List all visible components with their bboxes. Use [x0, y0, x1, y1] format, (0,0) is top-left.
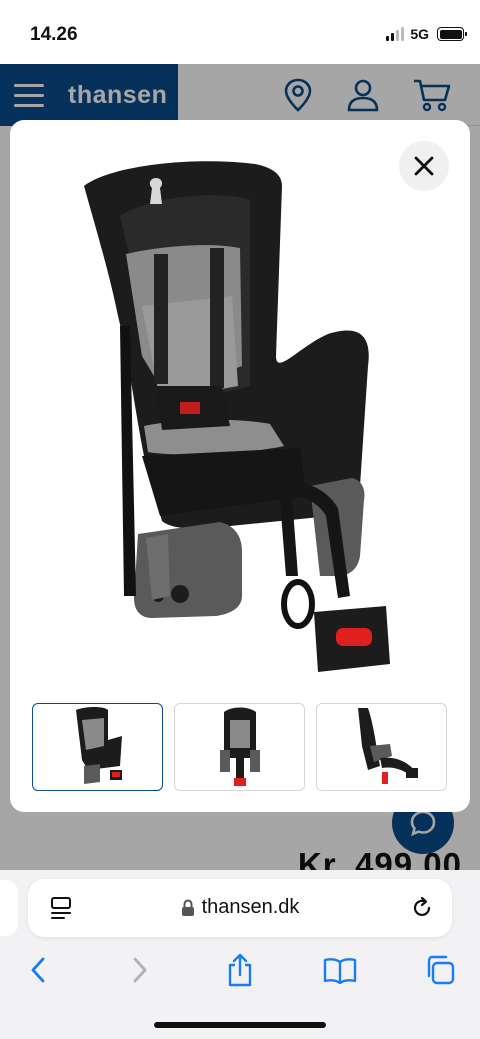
thumbnail-front-angle[interactable] [32, 703, 163, 791]
tabs-icon [427, 955, 455, 985]
address-bar[interactable]: thansen.dk [28, 879, 452, 937]
share-button[interactable] [220, 950, 260, 990]
tabs-button[interactable] [420, 950, 460, 990]
chevron-right-icon [133, 957, 147, 983]
status-indicators: 5G [386, 26, 467, 42]
product-image-main [84, 161, 390, 672]
image-gallery-modal [10, 120, 470, 812]
thumbnail-front[interactable] [174, 703, 305, 791]
chevron-left-icon [31, 957, 45, 983]
lock-icon [181, 898, 194, 916]
browser-toolbar: thansen.dk [0, 870, 480, 1039]
book-icon [323, 958, 357, 984]
status-time: 14.26 [30, 24, 78, 45]
forward-button[interactable] [120, 950, 160, 990]
url-text: thansen.dk [201, 896, 300, 918]
reload-icon[interactable] [410, 896, 434, 920]
thumbnail-side[interactable] [316, 703, 447, 791]
signal-icon [386, 27, 405, 41]
network-label: 5G [410, 26, 429, 42]
home-indicator [154, 1022, 326, 1028]
browser-nav [0, 950, 480, 1000]
share-icon [228, 953, 252, 987]
previous-tab-preview[interactable] [0, 880, 18, 936]
back-button[interactable] [18, 950, 58, 990]
bookmarks-button[interactable] [320, 950, 360, 990]
close-icon [414, 156, 434, 176]
url-display: thansen.dk [28, 896, 452, 919]
thumbnail-strip [32, 703, 447, 791]
battery-icon [437, 27, 467, 41]
status-bar: 14.26 5G [0, 0, 480, 64]
close-button[interactable] [399, 141, 449, 191]
